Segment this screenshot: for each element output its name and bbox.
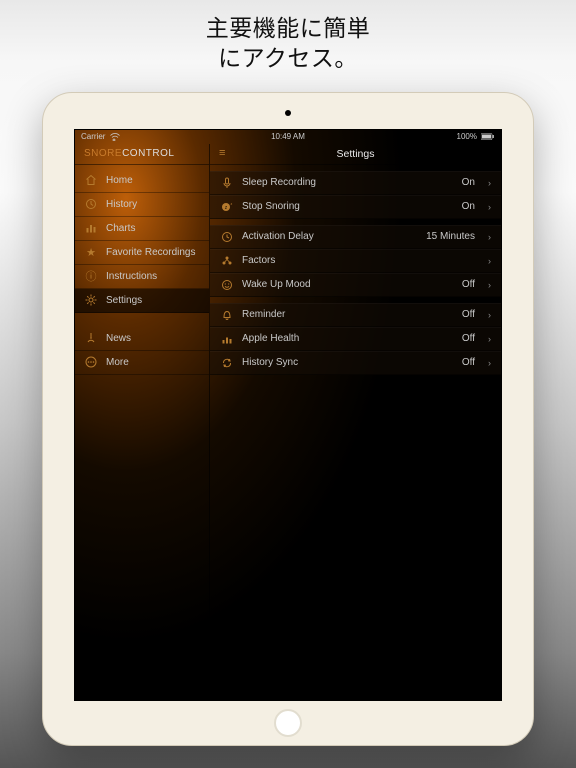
ipad-home-button[interactable] — [274, 709, 302, 737]
row-label: Reminder — [242, 309, 453, 320]
star-icon: ★ — [85, 246, 97, 258]
factors-icon — [220, 254, 233, 267]
row-label: Wake Up Mood — [242, 279, 453, 290]
ipad-camera — [285, 110, 291, 116]
status-time: 10:49 AM — [75, 132, 501, 141]
row-value: Off — [462, 309, 475, 320]
sidebar-item-label: Favorite Recordings — [106, 247, 195, 258]
sidebar-item-history[interactable]: History — [75, 193, 209, 217]
sidebar-item-settings[interactable]: Settings — [75, 289, 209, 313]
charts-icon — [85, 222, 97, 234]
chevron-right-icon: › — [488, 178, 491, 188]
row-label: History Sync — [242, 357, 453, 368]
sidebar-item-label: Charts — [106, 223, 135, 234]
row-value: On — [462, 201, 475, 212]
row-label: Apple Health — [242, 333, 453, 344]
mood-icon — [220, 278, 233, 291]
chevron-right-icon: › — [488, 256, 491, 266]
mic-icon — [220, 176, 233, 189]
headline-line-2: にアクセス。 — [218, 45, 358, 71]
history-icon — [85, 198, 97, 210]
sidebar-item-label: History — [106, 199, 137, 210]
row-label: Factors — [242, 255, 466, 266]
news-icon — [85, 332, 97, 344]
sidebar-item-label: Settings — [106, 295, 142, 306]
chevron-right-icon: › — [488, 334, 491, 344]
svg-text:z: z — [230, 202, 232, 206]
sidebar-item-label: Home — [106, 175, 133, 186]
chevron-right-icon: › — [488, 310, 491, 320]
row-label: Activation Delay — [242, 231, 417, 242]
sidebar-section-1: Home History Charts ★ Favorite Recording… — [75, 169, 209, 313]
sidebar: SNORECONTROL Home History Charts — [75, 144, 210, 700]
row-value: Off — [462, 333, 475, 344]
sidebar-item-label: More — [106, 357, 129, 368]
settings-group-3: Reminder Off › Apple Health Off › Histor… — [210, 303, 501, 375]
zzz-icon: zz — [220, 200, 233, 213]
sidebar-item-home[interactable]: Home — [75, 169, 209, 193]
row-label: Stop Snoring — [242, 201, 453, 212]
app-screen: Carrier 10:49 AM 100% SNORECONTROL — [74, 129, 502, 701]
row-sleep-recording[interactable]: Sleep Recording On › — [210, 171, 501, 195]
row-factors[interactable]: Factors › — [210, 249, 501, 273]
row-activation-delay[interactable]: Activation Delay 15 Minutes › — [210, 225, 501, 249]
sidebar-item-label: Instructions — [106, 271, 157, 282]
row-value: Off — [462, 279, 475, 290]
app-title-b: CONTROL — [122, 148, 174, 159]
headline-line-1: 主要機能に簡単 — [206, 15, 371, 41]
sidebar-item-favorite-recordings[interactable]: ★ Favorite Recordings — [75, 241, 209, 265]
row-label: Sleep Recording — [242, 177, 453, 188]
app-title: SNORECONTROL — [75, 144, 209, 165]
bell-icon — [220, 308, 233, 321]
row-history-sync[interactable]: History Sync Off › — [210, 351, 501, 375]
settings-group-1: Sleep Recording On › zz Stop Snoring On … — [210, 171, 501, 219]
app-title-a: SNORE — [84, 148, 122, 159]
sidebar-item-more[interactable]: More — [75, 351, 209, 375]
page-title: Settings — [210, 148, 501, 160]
row-value: On — [462, 177, 475, 188]
more-icon — [85, 356, 97, 368]
sync-icon — [220, 356, 233, 369]
row-reminder[interactable]: Reminder Off › — [210, 303, 501, 327]
gear-icon — [85, 294, 97, 306]
sidebar-item-label: News — [106, 333, 131, 344]
sidebar-item-news[interactable]: News — [75, 327, 209, 351]
chevron-right-icon: › — [488, 232, 491, 242]
clock-icon — [220, 230, 233, 243]
info-icon: ⓘ — [85, 270, 97, 282]
row-apple-health[interactable]: Apple Health Off › — [210, 327, 501, 351]
main-titlebar: ≡ Settings — [210, 144, 501, 165]
row-wake-up-mood[interactable]: Wake Up Mood Off › — [210, 273, 501, 297]
sidebar-section-2: News More — [75, 327, 209, 375]
health-icon — [220, 332, 233, 345]
row-value: 15 Minutes — [426, 231, 475, 242]
row-stop-snoring[interactable]: zz Stop Snoring On › — [210, 195, 501, 219]
status-bar: Carrier 10:49 AM 100% — [75, 130, 501, 144]
row-value: Off — [462, 357, 475, 368]
home-icon — [85, 174, 97, 186]
menu-icon[interactable]: ≡ — [219, 148, 225, 159]
sidebar-item-instructions[interactable]: ⓘ Instructions — [75, 265, 209, 289]
marketing-headline: 主要機能に簡単 にアクセス。 — [206, 0, 371, 74]
chevron-right-icon: › — [488, 358, 491, 368]
ipad-frame: Carrier 10:49 AM 100% SNORECONTROL — [42, 92, 534, 746]
settings-group-2: Activation Delay 15 Minutes › Factors › … — [210, 225, 501, 297]
sidebar-item-charts[interactable]: Charts — [75, 217, 209, 241]
chevron-right-icon: › — [488, 280, 491, 290]
chevron-right-icon: › — [488, 202, 491, 212]
main-panel: ≡ Settings Sleep Recording On › zz Stop … — [210, 144, 501, 700]
